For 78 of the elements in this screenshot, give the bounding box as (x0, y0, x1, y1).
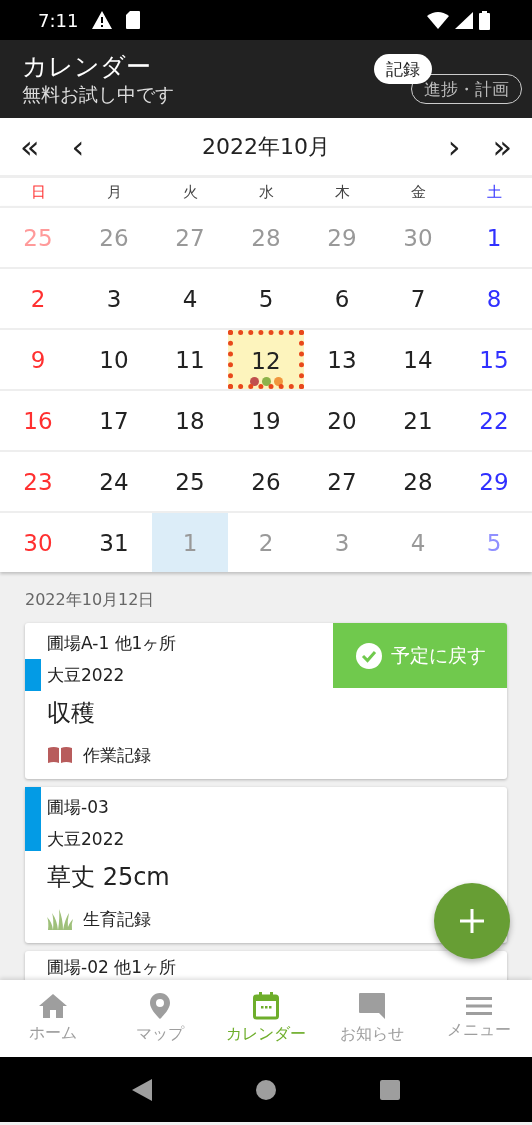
trial-subtitle: 無料お試し中です (22, 82, 174, 106)
status-time: 7:11 (38, 9, 79, 31)
calendar-day[interactable]: 9 (0, 330, 76, 389)
weekday-label: 木 (333, 182, 351, 202)
selected-date: 2022年10月12日 (25, 589, 156, 611)
calendar-day[interactable]: 26 (228, 452, 304, 511)
calendar-day[interactable]: 31 (76, 513, 152, 572)
weekday-label: 金 (409, 182, 427, 202)
first-month-button[interactable]: « (14, 126, 46, 167)
calendar-day[interactable]: 21 (380, 391, 456, 450)
calendar-day[interactable]: 5 (228, 269, 304, 328)
calendar-day[interactable]: 29 (456, 452, 532, 511)
prev-month-button[interactable]: ‹ (65, 126, 91, 167)
home-circle-icon[interactable] (256, 1079, 276, 1100)
calendar-day[interactable]: 15 (456, 330, 532, 389)
calendar-day[interactable]: 25 (152, 452, 228, 511)
back-icon[interactable] (132, 1078, 152, 1101)
calendar-day[interactable]: 1 (456, 208, 532, 267)
color-bar (25, 659, 41, 691)
calendar-day[interactable]: 13 (304, 330, 380, 389)
crop-name: 大豆2022 (47, 664, 125, 687)
warning-icon (92, 11, 113, 29)
recents-icon[interactable] (380, 1079, 400, 1100)
next-month-button[interactable]: › (441, 126, 467, 167)
record-title: 収穫 (47, 698, 96, 729)
map-pin-icon (148, 992, 171, 1020)
plus-icon (460, 909, 484, 933)
book-icon (47, 746, 73, 764)
record-type: 生育記録 (83, 907, 151, 931)
calendar-day[interactable]: 11 (152, 330, 228, 389)
calendar-day[interactable]: 22 (456, 391, 532, 450)
calendar-day[interactable]: 20 (304, 391, 380, 450)
calendar-day[interactable]: 8 (456, 269, 532, 328)
home-icon (38, 993, 69, 1019)
calendar-day[interactable]: 7 (380, 269, 456, 328)
record-card[interactable]: 圃場A-1 他1ヶ所 大豆2022 収穫 作業記録 予定に戻す (25, 623, 507, 779)
calendar-day[interactable]: 19 (228, 391, 304, 450)
calendar-day[interactable]: 28 (380, 452, 456, 511)
last-month-button[interactable]: » (486, 126, 518, 167)
record-card[interactable]: 圃場-03 大豆2022 草丈 25cm 生育記録 (25, 787, 507, 943)
calendar-day[interactable]: 30 (0, 513, 76, 572)
calendar-day[interactable]: 27 (304, 452, 380, 511)
field-name: 圃場-02 他1ヶ所 (47, 956, 176, 979)
page-title: カレンダー (22, 52, 152, 82)
sd-card-icon (126, 11, 141, 29)
field-name: 圃場A-1 他1ヶ所 (47, 632, 177, 655)
color-bar (25, 787, 41, 851)
calendar-day[interactable]: 18 (152, 391, 228, 450)
weekday-label: 火 (181, 182, 199, 202)
calendar-day[interactable]: 14 (380, 330, 456, 389)
calendar-day[interactable]: 12 (228, 330, 304, 389)
battery-icon (479, 10, 490, 30)
field-name: 圃場-03 (47, 796, 109, 819)
record-title: 草丈 25cm (47, 862, 171, 893)
weekday-label: 月 (105, 182, 123, 202)
weekday-label: 土 (485, 182, 503, 202)
calendar-day[interactable]: 24 (76, 452, 152, 511)
month-title: 2022年10月 (201, 132, 331, 161)
crop-name: 大豆2022 (47, 828, 125, 851)
wifi-icon (427, 11, 449, 29)
grass-icon (47, 907, 73, 931)
calendar-day[interactable]: 17 (76, 391, 152, 450)
record-card[interactable]: 圃場-02 他1ヶ所 (25, 951, 507, 980)
calendar-day[interactable]: 16 (0, 391, 76, 450)
chat-bubble-icon (358, 992, 387, 1020)
weekday-label: 日 (29, 182, 47, 202)
calendar-day[interactable]: 4 (152, 269, 228, 328)
check-icon (354, 641, 383, 670)
menu-icon (465, 996, 492, 1016)
calendar-day[interactable]: 6 (304, 269, 380, 328)
calendar-day[interactable]: 2 (0, 269, 76, 328)
weekday-label: 水 (257, 182, 275, 202)
calendar-icon (253, 992, 279, 1020)
calendar-day[interactable]: 23 (0, 452, 76, 511)
calendar-day[interactable]: 10 (76, 330, 152, 389)
signal-icon (455, 11, 473, 29)
record-type: 作業記録 (83, 743, 151, 767)
calendar-day[interactable]: 3 (76, 269, 152, 328)
